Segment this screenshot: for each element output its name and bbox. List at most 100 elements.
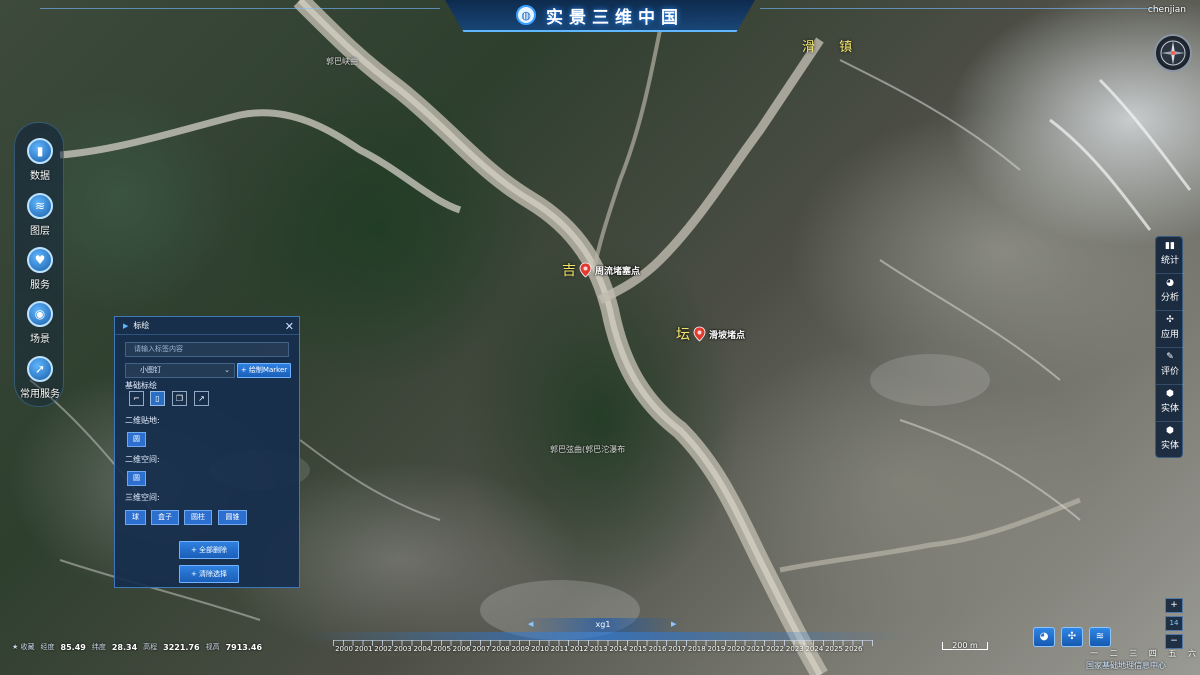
tool-billboard-icon[interactable]: ❐ [172, 391, 187, 406]
tools-button[interactable]: ✣ [1061, 627, 1083, 647]
pin-icon: ➚ [27, 356, 53, 382]
timeline-year[interactable]: 2018 [687, 645, 707, 653]
credit-text: 国家基础地理信息中心 [1086, 661, 1166, 670]
timeline-year[interactable]: 2002 [373, 645, 393, 653]
rnav-label: 实体 [1160, 404, 1179, 414]
bar-chart-icon: ▮▮ [1165, 241, 1175, 251]
lat-label: 纬度 [91, 643, 106, 651]
compass-rose-icon [1160, 40, 1186, 66]
marker-type-select[interactable]: 小图钉 ⌄ [125, 363, 235, 378]
timeline-year[interactable]: 2019 [706, 645, 726, 653]
timeline-year[interactable]: 2001 [354, 645, 374, 653]
numeral[interactable]: 一 [1090, 648, 1098, 659]
timeline-year[interactable]: 2007 [471, 645, 491, 653]
lon-value: 85.49 [60, 642, 86, 652]
tool-arrow-icon[interactable]: ↗ [194, 391, 209, 406]
timeline-bar [303, 632, 903, 640]
rnav-label: 实体 [1160, 441, 1179, 451]
timeline-year[interactable]: 2026 [844, 645, 864, 653]
timeline-year[interactable]: 2004 [412, 645, 432, 653]
globe-view-button[interactable]: ◕ [1033, 627, 1055, 647]
numeral[interactable]: 五 [1168, 648, 1176, 659]
timeline-year[interactable]: 2025 [824, 645, 844, 653]
marker-glyph: 吉 [562, 263, 576, 279]
rnav-item-statistics[interactable]: ▮▮ 统计 [1156, 237, 1184, 274]
tool-label-icon[interactable]: ▯ [150, 391, 165, 406]
view-height-value: 7913.46 [225, 642, 263, 652]
close-icon[interactable]: ✕ [285, 320, 294, 333]
timeline-year[interactable]: 2013 [589, 645, 609, 653]
globe-icon: ◉ [27, 301, 53, 327]
numeral[interactable]: 四 [1149, 648, 1157, 659]
select-value: 小图钉 [140, 366, 161, 374]
rnav-item-entity-1[interactable]: ⬢ 实体 [1156, 385, 1184, 422]
timeline-year[interactable]: 2024 [804, 645, 824, 653]
timeline-year[interactable]: 2006 [452, 645, 472, 653]
timeline-year[interactable]: 2017 [667, 645, 687, 653]
alt-value: 3221.76 [163, 642, 200, 652]
timeline[interactable]: ◀ xg1 ▶ 2000 2001 2002 2003 2004 2005 2006 2007… [303, 616, 903, 656]
tool-point-icon[interactable]: ⌐ [129, 391, 144, 406]
timeline-year[interactable]: 2011 [550, 645, 570, 653]
timeline-year[interactable]: 2022 [765, 645, 785, 653]
panel-title: 标绘 [133, 321, 150, 330]
timeline-year[interactable]: 2021 [746, 645, 766, 653]
nav-item-common-services[interactable]: ➚ 常用服务 [15, 356, 65, 400]
numeral[interactable]: 二 [1110, 648, 1118, 659]
section-3d-space-label: 三维空间: [125, 493, 160, 502]
nav-item-layers[interactable]: ≋ 图层 [15, 193, 65, 237]
chip-circle-ground[interactable]: 圆 [127, 432, 146, 447]
map-marker-blockage-1[interactable]: 吉 周流堵塞点 [562, 260, 640, 280]
timeline-year[interactable]: 2000 [334, 645, 354, 653]
layers-button[interactable]: ≋ [1089, 627, 1111, 647]
app-header: ◍ 实景三维中国 [445, 0, 755, 32]
chip-circle-space[interactable]: 圆 [127, 471, 146, 486]
favorite-label: 收藏 [20, 643, 35, 651]
timeline-year[interactable]: 2003 [393, 645, 413, 653]
nav-item-scene[interactable]: ◉ 场景 [15, 301, 65, 345]
delete-all-button[interactable]: + 全部删除 [179, 541, 239, 559]
map-pin-icon [579, 262, 592, 278]
nav-item-data[interactable]: ▮ 数据 [15, 138, 65, 182]
zoom-out-button[interactable]: − [1165, 634, 1183, 649]
rnav-label: 应用 [1160, 330, 1179, 340]
rnav-item-analysis[interactable]: ◕ 分析 [1156, 274, 1184, 311]
section-basic-label: 基础标绘 [125, 381, 157, 390]
favorite-button[interactable]: ★ 收藏 [12, 642, 35, 652]
timeline-year[interactable]: 2010 [530, 645, 550, 653]
compass-icon[interactable] [1154, 34, 1192, 72]
label-content-input[interactable]: 请输入标签内容 [125, 342, 289, 357]
timeline-year[interactable]: 2008 [491, 645, 511, 653]
timeline-year[interactable]: 2012 [569, 645, 589, 653]
chip-sphere[interactable]: 球 [125, 510, 146, 525]
nav-item-service[interactable]: ♥ 服务 [15, 247, 65, 291]
river-label-north: 郭巴峡曲 [326, 57, 358, 66]
map-pin-icon [693, 326, 706, 342]
zoom-in-button[interactable]: + [1165, 598, 1183, 613]
rnav-item-application[interactable]: ✣ 应用 [1156, 311, 1184, 348]
map-marker-blockage-2[interactable]: 坛 滑坡堵点 [676, 324, 745, 344]
marker-label: 周流堵塞点 [595, 266, 641, 277]
numeral[interactable]: 三 [1129, 648, 1137, 659]
rnav-item-evaluation[interactable]: ✎ 评价 [1156, 348, 1184, 385]
rnav-item-entity-2[interactable]: ⬢ 实体 [1156, 422, 1184, 459]
chip-cylinder[interactable]: 圆柱 [184, 510, 212, 525]
timeline-year[interactable]: 2014 [608, 645, 628, 653]
timeline-year[interactable]: 2020 [726, 645, 746, 653]
timeline-year[interactable]: 2005 [432, 645, 452, 653]
timeline-year[interactable]: 2023 [785, 645, 805, 653]
nav-label: 常用服务 [20, 389, 60, 400]
numeral[interactable]: 六 [1188, 648, 1196, 659]
chip-cone[interactable]: 圆锥 [218, 510, 247, 525]
user-name[interactable]: chenjian [1148, 5, 1186, 15]
nav-label: 场景 [30, 334, 50, 345]
timeline-year[interactable]: 2009 [510, 645, 530, 653]
clear-selection-button[interactable]: + 清除选择 [179, 565, 239, 583]
grid-icon: ✣ [1166, 315, 1174, 325]
timeline-year[interactable]: 2015 [628, 645, 648, 653]
timeline-year[interactable]: 2016 [648, 645, 668, 653]
pen-icon: ✎ [1166, 352, 1174, 362]
draw-marker-button[interactable]: + 绘制Marker [237, 363, 291, 378]
timeline-next-icon[interactable]: ▶ [671, 620, 676, 628]
chip-box[interactable]: 盒子 [151, 510, 179, 525]
